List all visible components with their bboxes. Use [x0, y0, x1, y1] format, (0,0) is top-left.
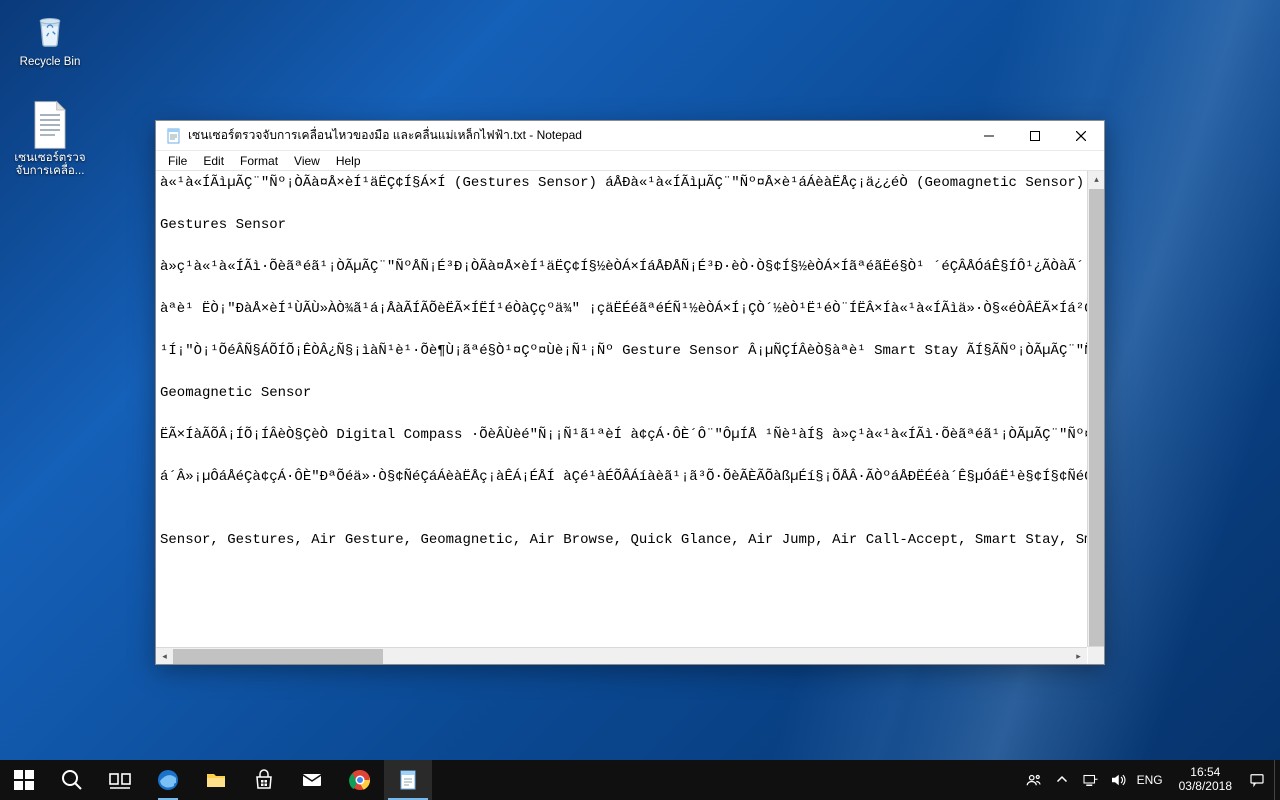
- tray-overflow-icon[interactable]: [1053, 771, 1071, 789]
- taskbar-app-chrome[interactable]: [336, 760, 384, 800]
- menu-file[interactable]: File: [160, 152, 195, 170]
- desktop-icon-label: Recycle Bin: [10, 56, 90, 69]
- taskbar-date: 03/8/2018: [1179, 780, 1232, 794]
- task-view-button[interactable]: [96, 760, 144, 800]
- people-icon[interactable]: [1025, 771, 1043, 789]
- action-center-icon[interactable]: [1248, 771, 1266, 789]
- horizontal-scroll-thumb[interactable]: [173, 649, 383, 664]
- notepad-app-icon: [162, 128, 186, 144]
- system-tray: ENG 16:54 03/8/2018: [1017, 760, 1274, 800]
- start-button[interactable]: [0, 760, 48, 800]
- menu-format[interactable]: Format: [232, 152, 286, 170]
- search-button[interactable]: [48, 760, 96, 800]
- menu-view[interactable]: View: [286, 152, 328, 170]
- taskbar-app-file-explorer[interactable]: [192, 760, 240, 800]
- scroll-left-button[interactable]: ◂: [156, 648, 173, 665]
- menu-edit[interactable]: Edit: [195, 152, 232, 170]
- menu-help[interactable]: Help: [328, 152, 369, 170]
- taskbar-app-mail[interactable]: [288, 760, 336, 800]
- window-title: เซนเซอร์ตรวจจับการเคลื่อนไหวของมือ และคล…: [186, 126, 966, 145]
- menu-bar: File Edit Format View Help: [156, 151, 1104, 171]
- desktop-icon-recycle-bin[interactable]: Recycle Bin: [10, 4, 90, 69]
- taskbar-app-edge[interactable]: [144, 760, 192, 800]
- maximize-button[interactable]: [1012, 121, 1058, 151]
- desktop-icon-text-file[interactable]: เซนเซอร์ตรวจจับการเคลื่อ...: [10, 100, 90, 178]
- taskbar: ENG 16:54 03/8/2018: [0, 760, 1280, 800]
- text-area[interactable]: à«¹à«ÍÃìµÃÇ¨"Ñº¡ÒÃà¤Å×èÍ¹äËÇ¢Í§Á×Í (Gest…: [156, 171, 1087, 647]
- volume-icon[interactable]: [1109, 771, 1127, 789]
- scroll-up-button[interactable]: ▴: [1088, 171, 1104, 188]
- titlebar[interactable]: เซนเซอร์ตรวจจับการเคลื่อนไหวของมือ และคล…: [156, 121, 1104, 151]
- minimize-button[interactable]: [966, 121, 1012, 151]
- vertical-scrollbar[interactable]: ▴: [1087, 171, 1104, 647]
- recycle-bin-icon: [10, 4, 90, 54]
- desktop-icon-label: เซนเซอร์ตรวจจับการเคลื่อ...: [10, 152, 90, 178]
- scroll-right-button[interactable]: ▸: [1070, 648, 1087, 665]
- vertical-scroll-thumb[interactable]: [1089, 189, 1104, 659]
- text-file-icon: [10, 100, 90, 150]
- horizontal-scrollbar[interactable]: ◂ ▸: [156, 647, 1087, 664]
- network-icon[interactable]: [1081, 771, 1099, 789]
- taskbar-app-notepad[interactable]: [384, 760, 432, 800]
- taskbar-time: 16:54: [1179, 766, 1232, 780]
- taskbar-app-store[interactable]: [240, 760, 288, 800]
- notepad-window: เซนเซอร์ตรวจจับการเคลื่อนไหวของมือ และคล…: [155, 120, 1105, 665]
- close-button[interactable]: [1058, 121, 1104, 151]
- show-desktop-button[interactable]: [1274, 760, 1280, 800]
- taskbar-clock[interactable]: 16:54 03/8/2018: [1173, 766, 1238, 794]
- language-indicator[interactable]: ENG: [1137, 773, 1163, 787]
